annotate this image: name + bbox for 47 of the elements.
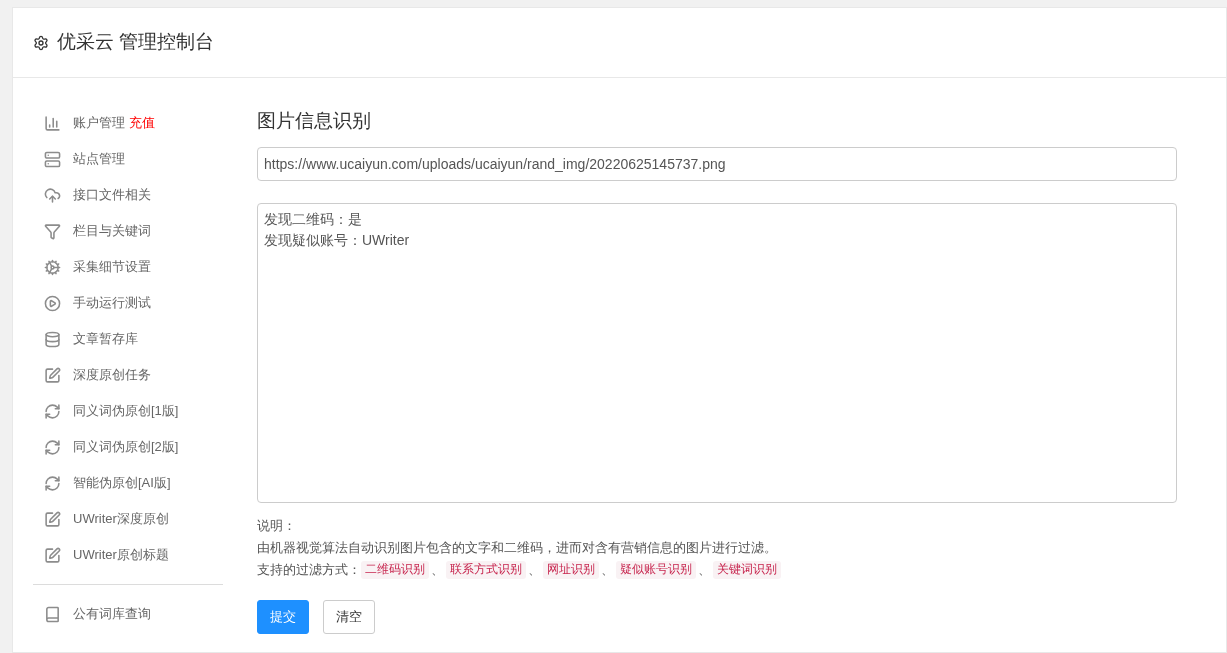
settings-icon <box>33 34 49 51</box>
sidebar-item[interactable]: 接口文件相关 <box>73 185 151 205</box>
recharge-link[interactable]: 充值 <box>129 113 155 133</box>
method-tag: 关键词识别 <box>713 561 781 579</box>
separator-text: 、 <box>527 562 542 579</box>
sidebar-item[interactable]: 深度原创任务 <box>73 365 151 385</box>
edit-icon <box>44 546 61 564</box>
notes-description: 由机器视觉算法自动识别图片包含的文字和二维码，进而对含有营销信息的图片进行过滤。 <box>257 540 778 557</box>
sidebar-item[interactable]: 栏目与关键词 <box>73 221 151 241</box>
refresh-icon <box>44 474 61 492</box>
sidebar-item[interactable]: 手动运行测试 <box>73 293 151 313</box>
sidebar-item[interactable]: 智能伪原创[AI版] <box>73 473 171 493</box>
submit-button[interactable]: 提交 <box>257 600 309 634</box>
sidebar-item[interactable]: 同义词伪原创[1版] <box>73 401 179 421</box>
sidebar-item[interactable]: 公有词库查询 <box>73 604 151 624</box>
separator-text: 、 <box>430 562 445 579</box>
server-icon <box>44 150 61 168</box>
method-tag: 网址识别 <box>543 561 599 579</box>
sidebar-item[interactable]: UWriter深度原创 <box>73 509 169 529</box>
sidebar-item[interactable]: UWriter原创标题 <box>73 545 169 565</box>
section-title: 图片信息识别 <box>257 109 372 133</box>
refresh-icon <box>44 402 61 420</box>
separator-text: 、 <box>697 562 712 579</box>
cloud-upload-icon <box>44 186 61 204</box>
database-icon <box>44 330 61 348</box>
sidebar-item[interactable]: 同义词伪原创[2版] <box>73 437 179 457</box>
sidebar-item[interactable]: 站点管理 <box>73 149 125 169</box>
method-tag: 联系方式识别 <box>446 561 526 579</box>
bar-chart-icon <box>44 114 61 132</box>
separator-text: 、 <box>600 562 615 579</box>
edit-icon <box>44 366 61 384</box>
refresh-icon <box>44 438 61 456</box>
book-icon <box>44 605 61 623</box>
filter-icon <box>44 222 61 240</box>
method-tag: 疑似账号识别 <box>616 561 696 579</box>
notes-heading: 说明： <box>257 518 297 535</box>
result-field[interactable]: 发现二维码：是 发现疑似账号：UWriter <box>257 203 1177 503</box>
play-icon <box>44 294 61 312</box>
method-tag: 二维码识别 <box>361 561 429 579</box>
url-field[interactable]: https://www.ucaiyun.com/uploads/ucaiyun/rand_img/20220625145737.png <box>257 147 1177 181</box>
edit-icon <box>44 510 61 528</box>
console-title: 优采云 管理控制台 <box>57 30 215 55</box>
methods-label: 支持的过滤方式： <box>257 562 361 579</box>
sidebar-item[interactable]: 采集细节设置 <box>73 257 151 277</box>
sidebar-item[interactable]: 文章暂存库 <box>73 329 138 349</box>
sidebar-item[interactable]: 账户管理 <box>73 113 125 133</box>
clear-button[interactable]: 清空 <box>323 600 375 634</box>
